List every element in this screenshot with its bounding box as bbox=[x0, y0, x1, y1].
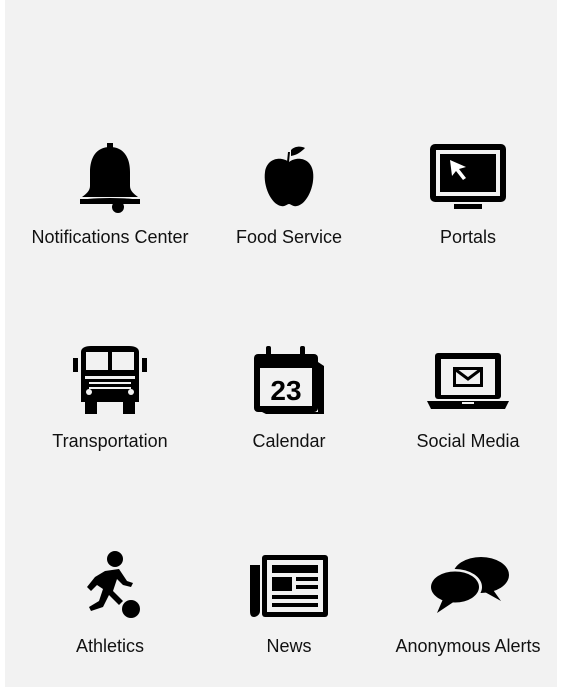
bus-icon bbox=[65, 342, 155, 420]
newspaper-icon bbox=[244, 547, 334, 625]
tile-label: Social Media bbox=[416, 431, 520, 451]
tile-portals[interactable]: Portals bbox=[378, 138, 558, 288]
tile-label: Food Service bbox=[235, 227, 343, 247]
calendar-date: 23 bbox=[270, 375, 301, 406]
tile-social-media[interactable]: Social Media bbox=[378, 342, 558, 492]
tile-label: Portals bbox=[439, 227, 497, 247]
tile-calendar[interactable]: 23 Calendar bbox=[199, 342, 379, 492]
tile-transportation[interactable]: Transportation bbox=[20, 342, 200, 492]
monitor-cursor-icon bbox=[423, 138, 513, 216]
tile-athletics[interactable]: Athletics bbox=[20, 547, 200, 697]
apple-icon bbox=[244, 138, 334, 216]
tile-news[interactable]: News bbox=[199, 547, 379, 697]
tile-notifications-center[interactable]: Notifications Center bbox=[20, 138, 200, 288]
bell-icon bbox=[65, 138, 155, 216]
tile-label: Notifications Center bbox=[31, 227, 189, 247]
calendar-icon: 23 bbox=[244, 342, 334, 420]
app-screen: Notifications Center Food Service Portal… bbox=[5, 0, 557, 687]
tile-anonymous-alerts[interactable]: Anonymous Alerts bbox=[378, 547, 558, 697]
tile-label: Transportation bbox=[52, 431, 168, 451]
tile-food-service[interactable]: Food Service bbox=[199, 138, 379, 288]
speech-bubbles-icon bbox=[423, 547, 513, 625]
soccer-player-icon bbox=[65, 547, 155, 625]
tile-label: Athletics bbox=[75, 636, 145, 656]
laptop-mail-icon bbox=[423, 342, 513, 420]
tile-label: Calendar bbox=[252, 431, 326, 451]
tile-label: Anonymous Alerts bbox=[395, 636, 541, 656]
tile-label: News bbox=[266, 636, 312, 656]
